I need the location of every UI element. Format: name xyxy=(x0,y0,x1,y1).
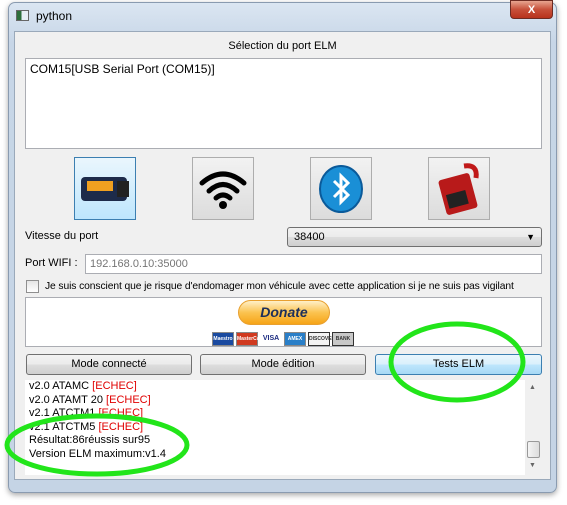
speed-select[interactable]: 38400 ▼ xyxy=(287,227,542,247)
log-line: Résultat:86réussis sur95 xyxy=(29,434,151,446)
wifi-port-input[interactable] xyxy=(85,254,542,274)
wifi-icon xyxy=(199,171,247,209)
log-line: v2.1 ATCTM1 [ECHEC] xyxy=(29,407,144,419)
card-discover-icon: DISCOVER xyxy=(308,332,335,346)
wifi-label: Port WIFI : xyxy=(25,257,78,269)
disclaimer-checkbox[interactable] xyxy=(26,280,39,293)
log-line: v2.1 ATCTM5 [ECHEC] xyxy=(29,420,144,433)
wifi-adapter-button[interactable] xyxy=(192,157,254,220)
usb-adapter-button[interactable] xyxy=(74,157,136,220)
log-output[interactable]: v2.0 ATAMC [ECHEC] v2.0 ATAMT 20 [ECHEC]… xyxy=(25,380,542,475)
bluetooth-adapter-button[interactable] xyxy=(310,157,372,220)
obd-cable-icon xyxy=(438,162,479,215)
log-line: v2.0 ATAMT 20 [ECHEC] xyxy=(29,393,151,406)
donate-panel: Donate Maestro MasterCardVISA AMEX DISCOVER… xyxy=(25,297,542,347)
card-bank-icon: BANK xyxy=(332,332,354,346)
donate-button[interactable]: Donate xyxy=(238,300,330,325)
window-title: python xyxy=(36,9,73,23)
speed-value: 38400 xyxy=(294,231,325,243)
bluetooth-icon xyxy=(319,164,363,213)
port-section-title: Sélection du port ELM xyxy=(228,40,337,52)
usb-obd-adapter-icon xyxy=(81,176,129,201)
card-mastercard-icon: MasterCard xyxy=(236,332,265,346)
card-amex-icon: AMEX xyxy=(284,332,306,346)
card-maestro-icon: Maestro xyxy=(212,332,234,346)
scrollbar-thumb[interactable] xyxy=(527,441,540,458)
close-button[interactable]: X xyxy=(510,0,553,19)
chevron-down-icon: ▼ xyxy=(526,232,535,242)
log-line: Version ELM maximum:v1.4 xyxy=(29,447,166,460)
app-icon xyxy=(16,10,29,21)
card-visa-icon: VISA xyxy=(260,332,282,346)
scroll-down-icon[interactable]: ▼ xyxy=(529,462,536,469)
log-line: v2.0 ATAMC [ECHEC] xyxy=(29,380,137,392)
port-list[interactable]: COM15[USB Serial Port (COM15)] xyxy=(25,58,542,149)
mode-edit-button[interactable]: Mode édition xyxy=(200,354,366,375)
port-list-item[interactable]: COM15[USB Serial Port (COM15)] xyxy=(30,62,537,76)
speed-label: Vitesse du port xyxy=(25,230,99,242)
log-scrollbar[interactable]: ▲ ▼ xyxy=(525,380,542,475)
disclaimer-label: Je suis conscient que je risque d'endoma… xyxy=(45,281,514,292)
tests-elm-button[interactable]: Tests ELM xyxy=(375,354,542,375)
mode-connected-button[interactable]: Mode connecté xyxy=(26,354,192,375)
cable-adapter-button[interactable] xyxy=(428,157,490,220)
scroll-up-icon[interactable]: ▲ xyxy=(529,384,536,391)
